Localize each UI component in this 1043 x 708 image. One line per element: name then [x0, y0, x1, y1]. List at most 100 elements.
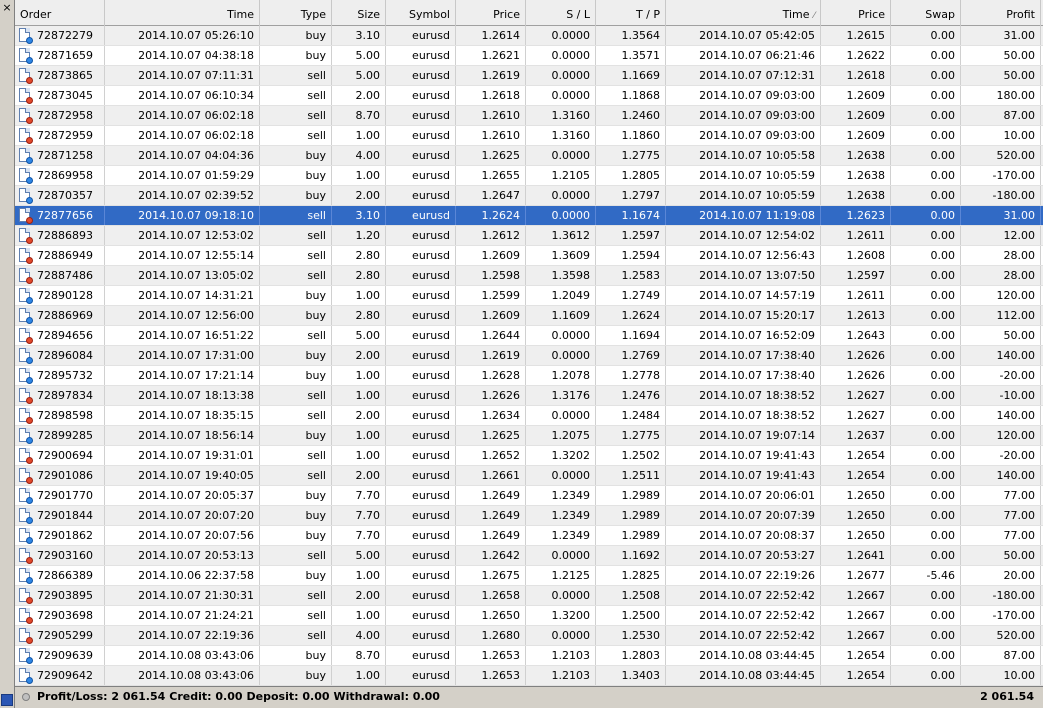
column-header-order[interactable]: Order	[15, 0, 105, 26]
cell-value: 120.00	[996, 289, 1036, 302]
cell-value: 2014.10.07 10:05:59	[699, 189, 815, 202]
cell-tp: 1.2778	[596, 366, 666, 385]
cell-value: 72887486	[37, 269, 93, 282]
table-row[interactable]: 72886969 2014.10.07 12:56:00 buy 2.80 eurusd…	[15, 306, 1043, 326]
cell-swap: 0.00	[891, 466, 961, 485]
column-header-symbol[interactable]: Symbol	[386, 0, 456, 26]
cell-tp: 1.2460	[596, 106, 666, 125]
cell-value: 2014.10.07 20:05:37	[138, 489, 254, 502]
table-row[interactable]: 72901862 2014.10.07 20:07:56 buy 7.70 eurusd…	[15, 526, 1043, 546]
cell-close-price: 1.2667	[821, 606, 891, 625]
cell-size: 2.80	[332, 266, 386, 285]
table-row[interactable]: 72890128 2014.10.07 14:31:21 buy 1.00 eurusd…	[15, 286, 1043, 306]
column-header-tp[interactable]: T / P	[596, 0, 666, 26]
cell-symbol: eurusd	[386, 266, 456, 285]
column-header-label: Price	[493, 8, 520, 21]
cell-close-time: 2014.10.08 03:44:45	[666, 646, 821, 665]
cell-price: 1.2658	[456, 586, 526, 605]
cell-close-price: 1.2650	[821, 526, 891, 545]
sort-indicator-icon: ⁄	[813, 11, 815, 21]
table-row[interactable]: 72869958 2014.10.07 01:59:29 buy 1.00 eurusd…	[15, 166, 1043, 186]
cell-price: 1.2619	[456, 66, 526, 85]
table-row[interactable]: 72901844 2014.10.07 20:07:20 buy 7.70 eurusd…	[15, 506, 1043, 526]
cell-close-time: 2014.10.07 15:20:17	[666, 306, 821, 325]
table-row[interactable]: 72895732 2014.10.07 17:21:14 buy 1.00 eurusd…	[15, 366, 1043, 386]
cell-order: 72886893	[15, 226, 105, 245]
cell-value: buy	[305, 669, 326, 682]
cell-value: 3.10	[355, 29, 381, 42]
cell-value: 2014.10.07 11:19:08	[699, 209, 815, 222]
terminal-tab-icon[interactable]	[1, 694, 13, 706]
cell-symbol: eurusd	[386, 186, 456, 205]
cell-value: 31.00	[1003, 209, 1036, 222]
cell-value: 1.2500	[621, 609, 661, 622]
table-row[interactable]: 72905299 2014.10.07 22:19:36 sell 4.00 eurus…	[15, 626, 1043, 646]
column-header-close-price[interactable]: Price	[821, 0, 891, 26]
cell-value: 1.2609	[846, 89, 886, 102]
table-row[interactable]: 72903895 2014.10.07 21:30:31 sell 2.00 eurus…	[15, 586, 1043, 606]
table-row[interactable]: 72901086 2014.10.07 19:40:05 sell 2.00 eurus…	[15, 466, 1043, 486]
cell-value: 2014.10.07 13:05:02	[138, 269, 254, 282]
cell-value: 1.2594	[621, 249, 661, 262]
cell-value: 0.00	[930, 649, 956, 662]
table-row[interactable]: 72870357 2014.10.07 02:39:52 buy 2.00 eurusd…	[15, 186, 1043, 206]
column-header-sl[interactable]: S / L	[526, 0, 596, 26]
cell-symbol: eurusd	[386, 526, 456, 545]
table-row[interactable]: 72897834 2014.10.07 18:13:38 sell 1.00 eurus…	[15, 386, 1043, 406]
cell-value: eurusd	[412, 549, 450, 562]
table-row[interactable]: 72903160 2014.10.07 20:53:13 sell 5.00 eurus…	[15, 546, 1043, 566]
column-header-swap[interactable]: Swap	[891, 0, 961, 26]
table-row[interactable]: 72873865 2014.10.07 07:11:31 sell 5.00 eurus…	[15, 66, 1043, 86]
cell-value: 0.0000	[551, 629, 591, 642]
cell-value: 2014.10.07 22:52:42	[699, 589, 815, 602]
table-row[interactable]: 72898598 2014.10.07 18:35:15 sell 2.00 eurus…	[15, 406, 1043, 426]
table-row[interactable]: 72872959 2014.10.07 06:02:18 sell 1.00 eurus…	[15, 126, 1043, 146]
column-header-close-time[interactable]: Time ⁄	[666, 0, 821, 26]
table-row[interactable]: 72877656 2014.10.07 09:18:10 sell 3.10 eurus…	[15, 206, 1043, 226]
cell-value: 72898598	[37, 409, 93, 422]
column-header-profit[interactable]: Profit	[961, 0, 1041, 26]
table-row[interactable]: 72903698 2014.10.07 21:24:21 sell 1.00 eurus…	[15, 606, 1043, 626]
column-header-size[interactable]: Size	[332, 0, 386, 26]
cell-value: 2014.10.07 18:35:15	[138, 409, 254, 422]
cell-value: 1.00	[355, 569, 381, 582]
table-row[interactable]: 72887486 2014.10.07 13:05:02 sell 2.80 eurus…	[15, 266, 1043, 286]
column-header-price[interactable]: Price	[456, 0, 526, 26]
cell-order: 72866389	[15, 566, 105, 585]
cell-time: 2014.10.07 17:21:14	[105, 366, 260, 385]
cell-order: 72899285	[15, 426, 105, 445]
cell-value: 1.2608	[846, 249, 886, 262]
cell-value: 2014.10.06 22:37:58	[138, 569, 254, 582]
cell-swap: 0.00	[891, 626, 961, 645]
cell-value: 2014.10.07 09:03:00	[699, 89, 815, 102]
table-row[interactable]: 72901770 2014.10.07 20:05:37 buy 7.70 eurusd…	[15, 486, 1043, 506]
cell-sl: 0.0000	[526, 146, 596, 165]
cell-value: 1.00	[355, 369, 381, 382]
table-row[interactable]: 72886893 2014.10.07 12:53:02 sell 1.20 eurus…	[15, 226, 1043, 246]
table-row[interactable]: 72894656 2014.10.07 16:51:22 sell 5.00 eurus…	[15, 326, 1043, 346]
column-header-time[interactable]: Time	[105, 0, 260, 26]
table-row[interactable]: 72871258 2014.10.07 04:04:36 buy 4.00 eurusd…	[15, 146, 1043, 166]
table-row[interactable]: 72873045 2014.10.07 06:10:34 sell 2.00 eurus…	[15, 86, 1043, 106]
table-row[interactable]: 72909639 2014.10.08 03:43:06 buy 8.70 eurusd…	[15, 646, 1043, 666]
cell-swap: 0.00	[891, 306, 961, 325]
cell-time: 2014.10.07 06:10:34	[105, 86, 260, 105]
cell-value: 1.2661	[481, 469, 521, 482]
cell-price: 1.2612	[456, 226, 526, 245]
table-row[interactable]: 72866389 2014.10.06 22:37:58 buy 1.00 eurusd…	[15, 566, 1043, 586]
table-row[interactable]: 72871659 2014.10.07 04:38:18 buy 5.00 eurusd…	[15, 46, 1043, 66]
summary-item: Profit/Loss: 2 061.54	[37, 690, 166, 703]
cell-value: 1.1669	[621, 69, 661, 82]
cell-swap: 0.00	[891, 266, 961, 285]
table-row[interactable]: 72899285 2014.10.07 18:56:14 buy 1.00 eurusd…	[15, 426, 1043, 446]
table-row[interactable]: 72896084 2014.10.07 17:31:00 buy 2.00 eurusd…	[15, 346, 1043, 366]
table-row[interactable]: 72909642 2014.10.08 03:43:06 buy 1.00 eurusd…	[15, 666, 1043, 686]
table-row[interactable]: 72900694 2014.10.07 19:31:01 sell 1.00 eurus…	[15, 446, 1043, 466]
close-icon[interactable]: ×	[1, 2, 13, 14]
table-row[interactable]: 72872279 2014.10.07 05:26:10 buy 3.10 eurusd…	[15, 26, 1043, 46]
cell-size: 1.00	[332, 566, 386, 585]
cell-close-price: 1.2638	[821, 166, 891, 185]
column-header-type[interactable]: Type	[260, 0, 332, 26]
table-row[interactable]: 72886949 2014.10.07 12:55:14 sell 2.80 eurus…	[15, 246, 1043, 266]
table-row[interactable]: 72872958 2014.10.07 06:02:18 sell 8.70 eurus…	[15, 106, 1043, 126]
